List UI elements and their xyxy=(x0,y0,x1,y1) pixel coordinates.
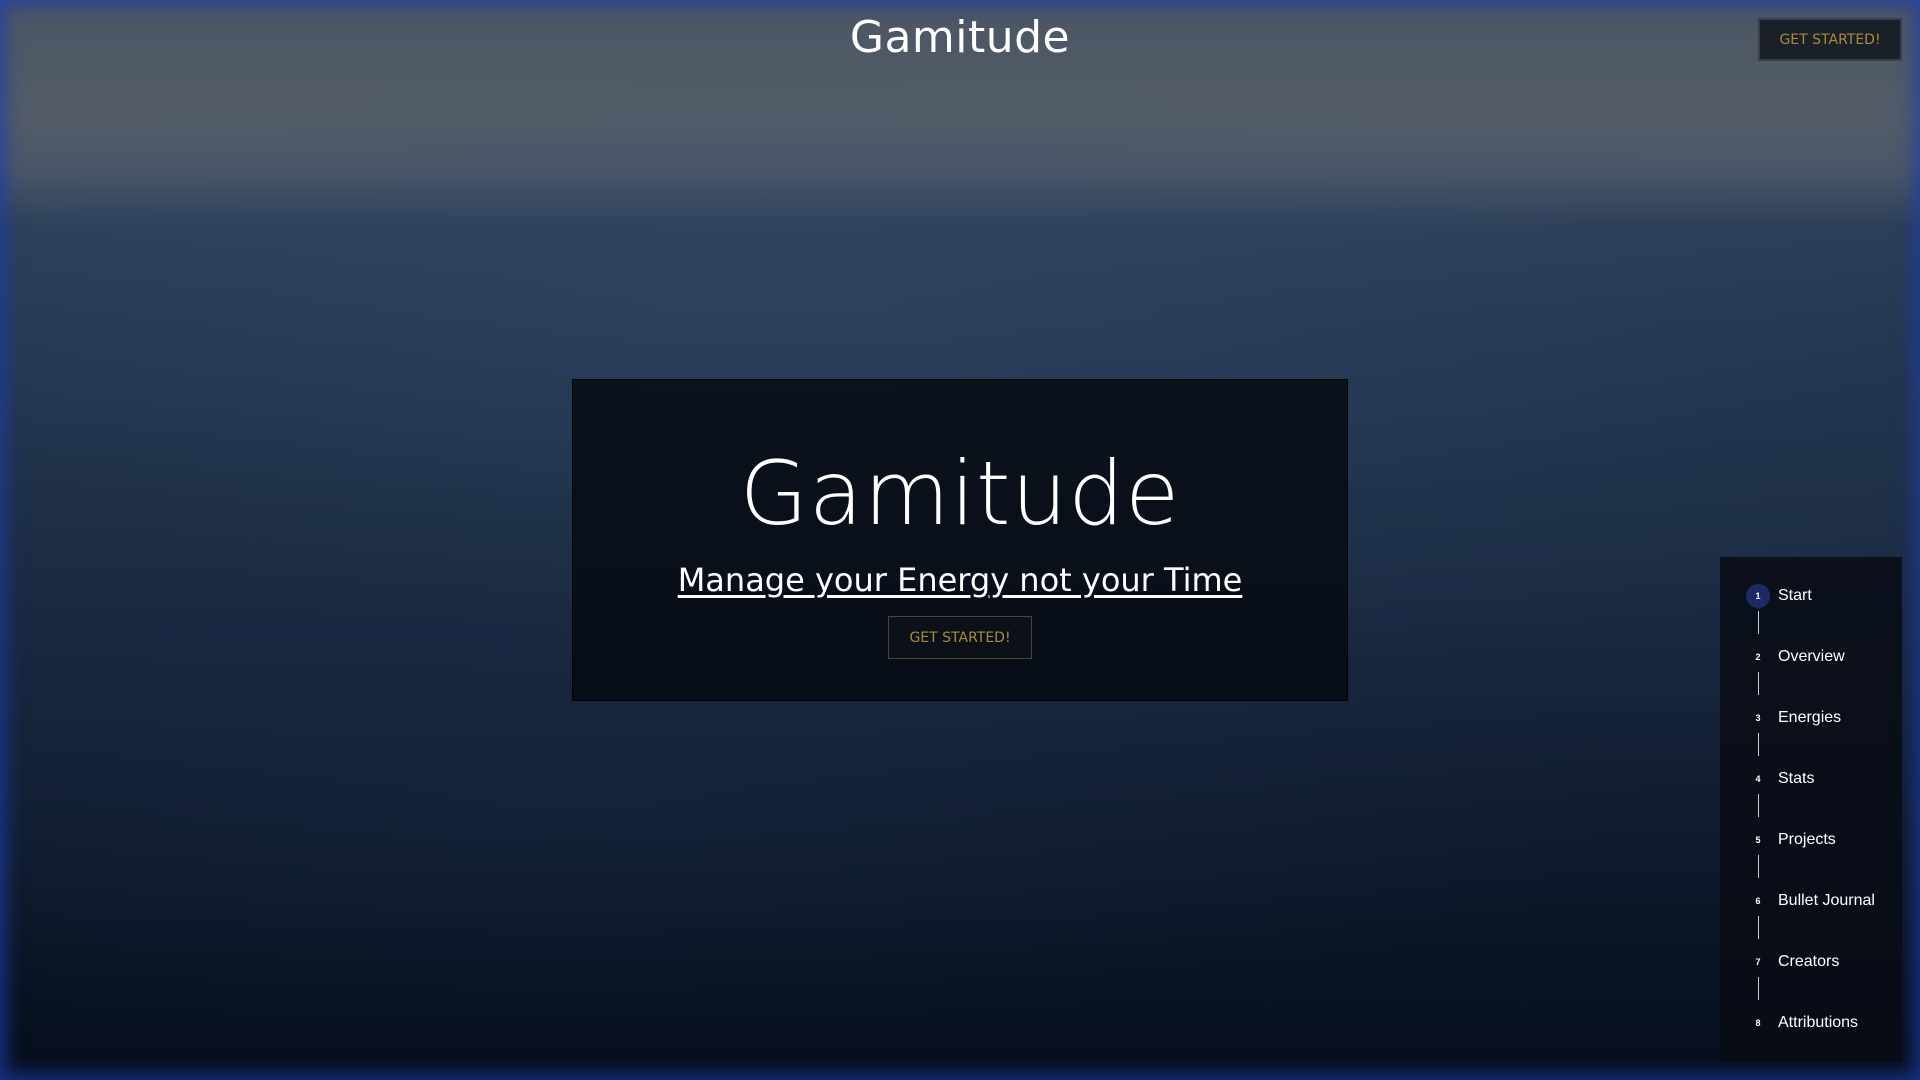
step-number-badge: 1 xyxy=(1746,584,1770,608)
step-number-badge: 8 xyxy=(1755,1018,1761,1028)
hero-get-started-button[interactable]: GET STARTED! xyxy=(888,616,1032,659)
nav-item-projects[interactable]: 5 Projects xyxy=(1720,828,1902,889)
nav-item-label: Projects xyxy=(1778,831,1836,848)
step-connector xyxy=(1758,794,1759,817)
step-number-badge: 6 xyxy=(1755,896,1761,906)
header-get-started-button[interactable]: GET STARTED! xyxy=(1758,18,1902,61)
nav-item-label: Energies xyxy=(1778,709,1842,726)
nav-item-creators[interactable]: 7 Creators xyxy=(1720,950,1902,1011)
step-connector xyxy=(1758,733,1759,756)
nav-item-stats[interactable]: 4 Stats xyxy=(1720,767,1902,828)
step-connector xyxy=(1758,855,1759,878)
nav-item-label: Attributions xyxy=(1778,1014,1859,1031)
nav-item-energies[interactable]: 3 Energies xyxy=(1720,706,1902,767)
step-connector xyxy=(1758,611,1759,634)
hero-tagline-link[interactable]: Manage your Energy not your Time xyxy=(678,560,1243,600)
step-connector xyxy=(1758,916,1759,939)
nav-item-label: Start xyxy=(1778,587,1812,604)
section-stepper-nav: 1 Start 2 Overview 3 Energies 4 Stats 5 … xyxy=(1720,557,1902,1062)
nav-item-label: Bullet Journal xyxy=(1778,892,1875,909)
hero-card: Gamitude Manage your Energy not your Tim… xyxy=(572,379,1348,701)
step-number-badge: 5 xyxy=(1755,835,1761,845)
step-connector xyxy=(1758,977,1759,1000)
hero-title: Gamitude xyxy=(739,442,1181,545)
site-brand[interactable]: Gamitude xyxy=(0,12,1920,63)
step-number-badge: 2 xyxy=(1755,652,1761,662)
nav-item-overview[interactable]: 2 Overview xyxy=(1720,645,1902,706)
nav-item-label: Stats xyxy=(1778,770,1815,787)
step-connector xyxy=(1758,672,1759,695)
nav-item-attributions[interactable]: 8 Attributions xyxy=(1720,1011,1902,1072)
nav-item-label: Creators xyxy=(1778,953,1840,970)
nav-item-label: Overview xyxy=(1778,648,1845,665)
step-number-badge: 3 xyxy=(1755,713,1761,723)
nav-item-bullet-journal[interactable]: 6 Bullet Journal xyxy=(1720,889,1902,950)
step-number-badge: 7 xyxy=(1755,957,1761,967)
nav-item-start[interactable]: 1 Start xyxy=(1720,584,1902,645)
step-number-badge: 4 xyxy=(1755,774,1761,784)
